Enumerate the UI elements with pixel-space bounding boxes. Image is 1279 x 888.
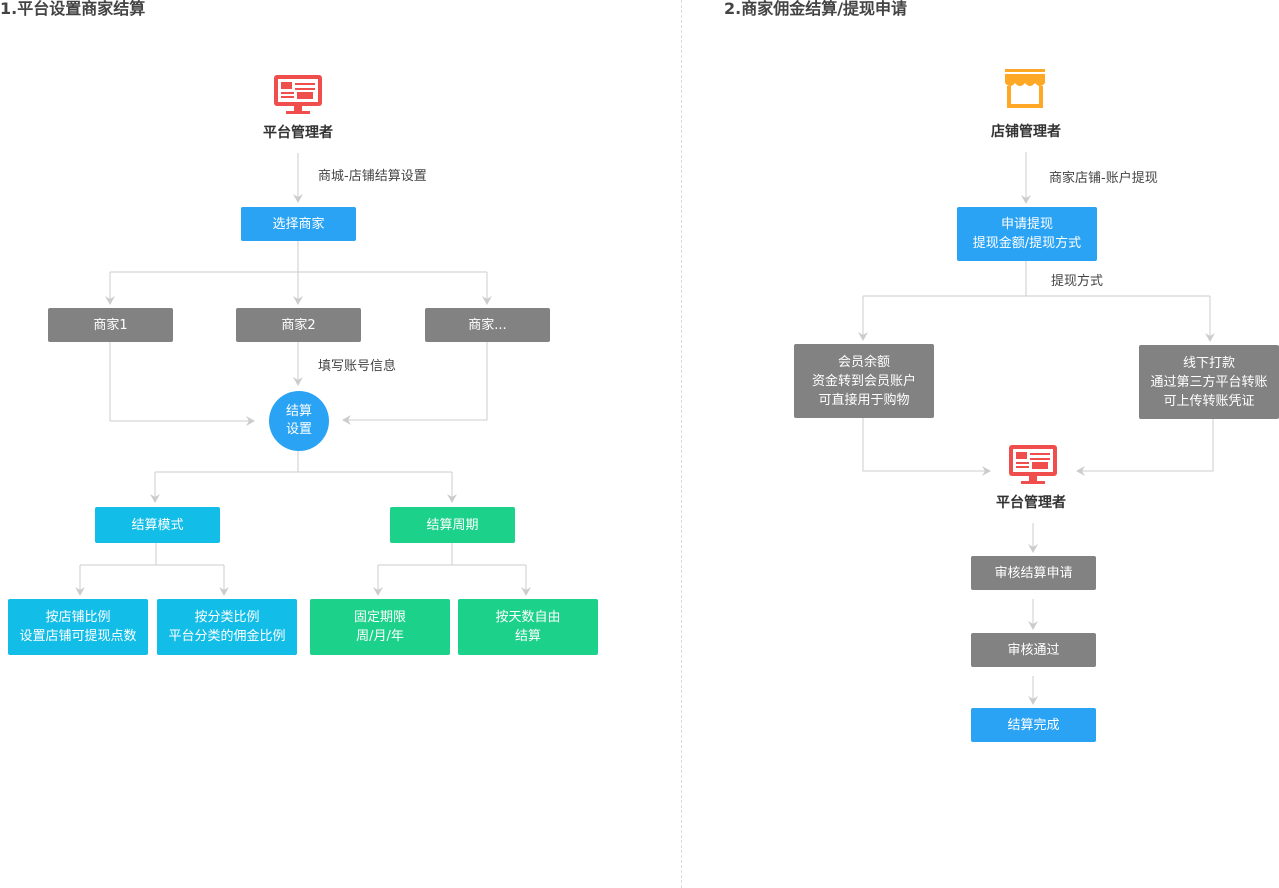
merchant-label: 商家2	[281, 317, 316, 333]
method-line: 可直接用于购物	[818, 392, 910, 408]
method-line: 线下打款	[1182, 355, 1235, 371]
option-line: 平台分类的佣金比例	[168, 629, 286, 644]
settle-setting-node: 结算 设置	[269, 391, 329, 451]
mode-option-store-ratio: 按店铺比例 设置店铺可提现点数	[8, 599, 148, 655]
option-line: 按天数自由	[495, 610, 561, 625]
edge-label-setup: 商城-店铺结算设置	[318, 169, 427, 184]
step-label: 审核结算申请	[994, 565, 1073, 581]
monitor-icon	[1009, 445, 1057, 484]
option-line: 结算	[514, 629, 541, 644]
step-label: 审核通过	[1007, 642, 1060, 658]
select-merchant-label: 选择商家	[272, 216, 325, 232]
edge-label-method: 提现方式	[1051, 274, 1104, 289]
option-line: 按分类比例	[194, 610, 260, 625]
apply-line: 提现金额/提现方式	[972, 236, 1082, 251]
option-line: 设置店铺可提现点数	[19, 629, 137, 644]
method-line: 通过第三方平台转账	[1150, 374, 1268, 390]
merchant-node-1: 商家1	[48, 308, 173, 342]
step-approved: 审核通过	[971, 633, 1096, 667]
merchant-label: 商家...	[468, 317, 507, 333]
step-label: 结算完成	[1007, 717, 1060, 733]
settle-mode-node: 结算模式	[95, 507, 220, 543]
settle-setting-line: 设置	[285, 422, 312, 437]
settle-mode-label: 结算模式	[131, 517, 184, 533]
connector-lines	[75, 152, 1215, 705]
period-option-fixed: 固定期限 周/月/年	[310, 599, 450, 655]
step-settlement-complete: 结算完成	[971, 708, 1096, 742]
merchant-node-more: 商家...	[425, 308, 550, 342]
merchant-label: 商家1	[93, 317, 128, 333]
store-admin-label: 店铺管理者	[991, 124, 1061, 140]
option-line: 周/月/年	[356, 629, 404, 644]
step-review-application: 审核结算申请	[971, 556, 1096, 590]
edge-label-fill: 填写账号信息	[318, 359, 397, 374]
method-line: 资金转到会员账户	[811, 373, 916, 389]
method-line: 可上传转账凭证	[1163, 393, 1255, 409]
edge-label-withdraw: 商家店铺-账户提现	[1049, 171, 1158, 186]
option-line: 按店铺比例	[45, 610, 111, 625]
platform-admin-label: 平台管理者	[263, 125, 333, 141]
method-offline-transfer: 线下打款 通过第三方平台转账 可上传转账凭证	[1139, 345, 1279, 419]
mode-option-category-ratio: 按分类比例 平台分类的佣金比例	[157, 599, 297, 655]
monitor-icon	[274, 75, 322, 114]
storefront-icon	[1005, 69, 1045, 108]
apply-line: 申请提现	[1000, 217, 1053, 232]
option-line: 固定期限	[353, 610, 406, 625]
apply-withdraw-node: 申请提现 提现金额/提现方式	[957, 207, 1097, 261]
select-merchant-node: 选择商家	[241, 207, 356, 241]
period-option-days: 按天数自由 结算	[458, 599, 598, 655]
settle-setting-line: 结算	[285, 404, 312, 419]
method-member-balance: 会员余额 资金转到会员账户 可直接用于购物	[794, 344, 934, 418]
method-line: 会员余额	[837, 354, 890, 370]
settle-period-label: 结算周期	[426, 517, 479, 533]
settle-period-node: 结算周期	[390, 507, 515, 543]
merchant-node-2: 商家2	[236, 308, 361, 342]
platform-admin-label-right: 平台管理者	[996, 495, 1066, 511]
